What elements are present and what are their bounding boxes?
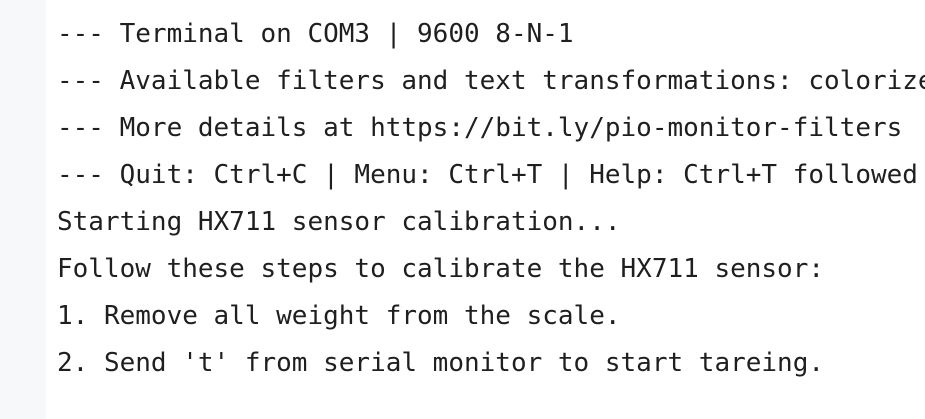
terminal-line: Follow these steps to calibrate the HX71… — [57, 254, 825, 284]
terminal-output[interactable]: --- Terminal on COM3 | 9600 8-N-1 --- Av… — [57, 11, 925, 419]
terminal-line: --- Terminal on COM3 | 9600 8-N-1 — [57, 19, 574, 49]
terminal-line: --- Quit: Ctrl+C | Menu: Ctrl+T | Help: … — [57, 160, 918, 190]
terminal-line: 1. Remove all weight from the scale. — [57, 301, 621, 331]
terminal-line: 2. Send 't' from serial monitor to start… — [57, 348, 825, 378]
serial-monitor-window: --- Terminal on COM3 | 9600 8-N-1 --- Av… — [0, 0, 925, 419]
terminal-line: --- More details at https://bit.ly/pio-m… — [57, 113, 903, 143]
editor-gutter — [0, 0, 46, 419]
terminal-line: Starting HX711 sensor calibration... — [57, 207, 621, 237]
terminal-line: --- Available filters and text transform… — [57, 66, 925, 96]
